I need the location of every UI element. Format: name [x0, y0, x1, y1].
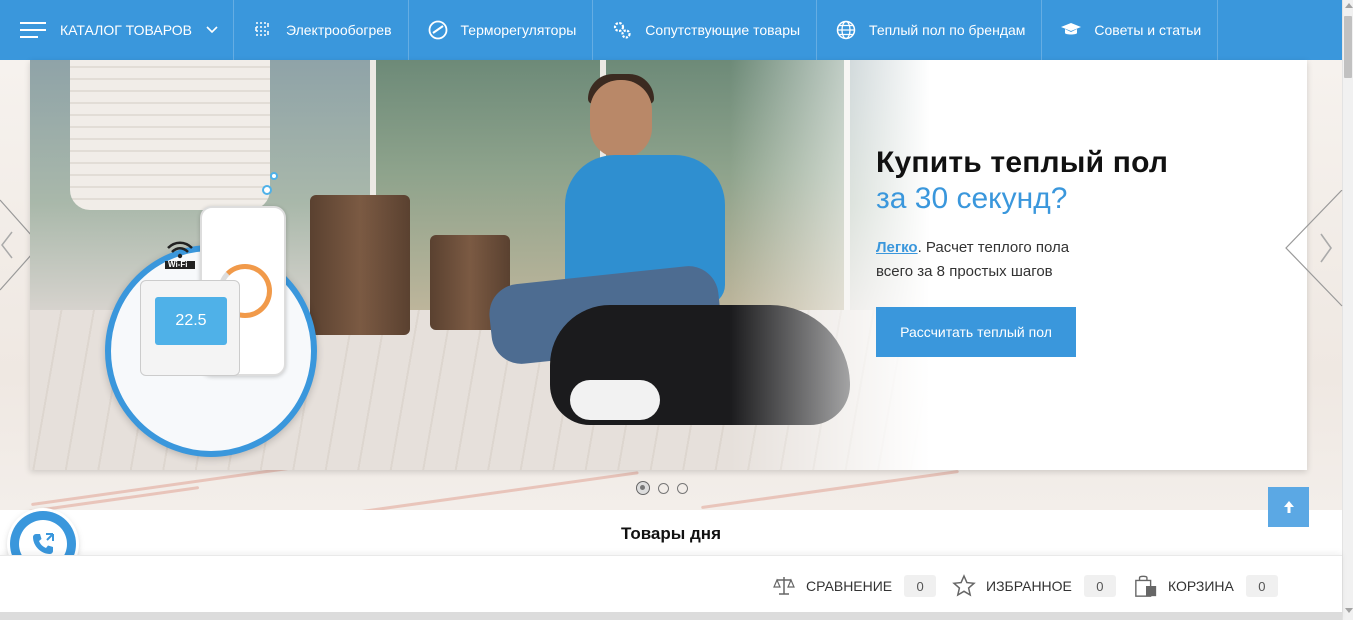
thermostat-image: 22.5: [140, 280, 240, 376]
nav-item-thermostats[interactable]: Терморегуляторы: [409, 0, 594, 60]
slider-dot-1[interactable]: [636, 481, 650, 495]
hero-subtitle: за 30 секунд?: [876, 182, 1068, 215]
page-scrollbar[interactable]: [1342, 0, 1353, 620]
nav-item-related-products[interactable]: Сопутствующие товары: [593, 0, 818, 60]
slider-dot-3[interactable]: [677, 482, 688, 494]
gears-icon: [611, 19, 633, 41]
nav-item-articles[interactable]: Советы и статьи: [1042, 0, 1219, 60]
compare-link[interactable]: СРАВНЕНИЕ 0: [772, 573, 937, 599]
cart-count: 0: [1245, 575, 1278, 597]
arrow-up-icon: [1283, 500, 1295, 514]
scales-icon: [772, 574, 796, 598]
hero-title: Купить теплый пол: [876, 146, 1169, 179]
bottom-scroll-strip: [0, 612, 1342, 620]
scroll-up-arrow-icon[interactable]: [1343, 2, 1353, 14]
hero-description: Легко. Расчет теплого пола всего за 8 пр…: [876, 236, 1069, 284]
scrollbar-thumb[interactable]: [1344, 16, 1352, 78]
gauge-icon: [427, 19, 449, 41]
nav-item-label: Терморегуляторы: [460, 22, 577, 38]
chevron-down-icon: [206, 26, 218, 34]
nav-item-label: Сопутствующие товары: [645, 22, 801, 38]
hero-desc-line1: . Расчет теплого пола: [917, 239, 1070, 256]
hero-easy-link[interactable]: Легко: [876, 239, 918, 256]
scroll-to-top-button[interactable]: [1268, 487, 1309, 527]
compare-count: 0: [904, 575, 937, 597]
section-title: Товары дня: [621, 524, 721, 543]
hero-desc-line2: всего за 8 простых шагов: [876, 263, 1053, 280]
wifi-label: Wi-Fi: [168, 260, 188, 269]
nav-item-label: Советы и статьи: [1094, 22, 1202, 38]
nav-item-electric-heating[interactable]: Электрообогрев: [234, 0, 409, 60]
catalog-menu-label: КАТАЛОГ ТОВАРОВ: [60, 22, 192, 38]
scroll-down-arrow-icon[interactable]: [1343, 606, 1353, 618]
star-icon: [952, 574, 976, 598]
catalog-menu-button[interactable]: КАТАЛОГ ТОВАРОВ: [0, 0, 234, 60]
slider-dots: [636, 481, 688, 495]
hamburger-menu-icon: [20, 19, 46, 41]
compare-label: СРАВНЕНИЕ: [806, 578, 893, 594]
slider-dot-2[interactable]: [658, 482, 669, 494]
hero-slide: 22.5 Wi-Fi Купить теплый пол за 30 секун…: [30, 60, 1307, 470]
globe-icon: [835, 19, 857, 41]
hero-photo: 22.5 Wi-Fi: [30, 60, 930, 470]
favorites-label: ИЗБРАННОЕ: [986, 578, 1072, 594]
cart-label: КОРЗИНА: [1168, 578, 1234, 594]
cart-link[interactable]: КОРЗИНА 0: [1134, 573, 1278, 599]
shopping-bag-icon: [1134, 574, 1158, 598]
favorites-count: 0: [1083, 575, 1116, 597]
nav-item-label: Теплый пол по брендам: [869, 22, 1026, 38]
heating-coil-icon: [252, 19, 274, 41]
graduation-cap-icon: [1060, 19, 1082, 41]
nav-item-brands[interactable]: Теплый пол по брендам: [817, 0, 1043, 60]
thermostat-reading: 22.5: [155, 297, 227, 345]
slider-next-arrow[interactable]: [1283, 189, 1343, 310]
favorites-link[interactable]: ИЗБРАННОЕ 0: [952, 573, 1116, 599]
calculate-floor-button[interactable]: Рассчитать теплый пол: [876, 307, 1076, 357]
nav-item-label: Электрообогрев: [286, 22, 392, 38]
top-navigation: КАТАЛОГ ТОВАРОВ Электрообогрев Терморегу…: [0, 0, 1342, 60]
bottom-sticky-bar: СРАВНЕНИЕ 0 ИЗБРАННОЕ 0 КОРЗИНА 0: [0, 555, 1342, 620]
hero-text-block: Купить теплый пол за 30 секунд? Легко. Р…: [876, 60, 1296, 470]
